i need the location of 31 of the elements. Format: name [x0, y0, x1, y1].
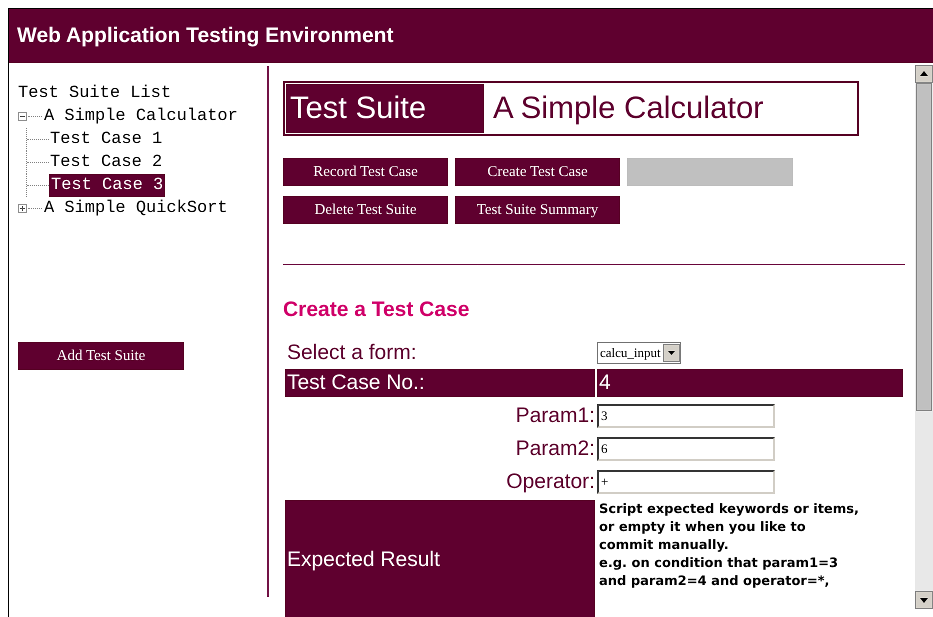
scroll-up-icon — [915, 65, 933, 83]
expand-icon[interactable] — [18, 204, 27, 213]
app-title: Web Application Testing Environment — [17, 23, 394, 50]
action-button[interactable]: Record Test Case — [283, 158, 448, 186]
suite-label: Test Suite — [285, 83, 485, 134]
field-label: Expected Result — [285, 500, 595, 617]
tree-item[interactable]: Test Case 1 — [49, 128, 164, 151]
hint-text: Script expected keywords or items, or empty it when you like to commit manually. e.g. on condition that param1=3 and param2=4 and operator=*, — [598, 501, 860, 591]
field-label: Select a form: — [286, 340, 418, 366]
input-field[interactable]: 3 — [597, 404, 775, 428]
input-field[interactable]: + — [597, 470, 775, 494]
field-label: Operator: — [505, 469, 595, 495]
tree-heading: Test Suite List — [18, 83, 172, 105]
field-label: Param2: — [514, 436, 595, 462]
tree-item[interactable]: Test Case 2 — [49, 151, 164, 174]
input-field[interactable]: 6 — [597, 436, 775, 461]
add-test-suite-button[interactable]: Add Test Suite — [18, 342, 184, 370]
action-button[interactable]: Create Test Case — [455, 158, 620, 186]
collapse-icon[interactable] — [18, 112, 27, 121]
tree-item[interactable]: A Simple Calculator — [43, 105, 239, 128]
field-value: 4 — [597, 369, 903, 397]
suite-name: A Simple Calculator — [492, 89, 765, 128]
field-label: Test Case No.: — [285, 369, 595, 397]
field-label: Param1: — [514, 403, 595, 429]
tree-item[interactable]: A Simple QuickSort — [43, 197, 229, 220]
form-title: Create a Test Case — [283, 297, 470, 323]
tree-item[interactable]: Test Case 3 — [49, 174, 166, 197]
action-button[interactable]: Delete Test Suite — [283, 196, 448, 224]
scroll-down-icon — [915, 591, 933, 609]
action-button[interactable]: Test Suite Summary — [455, 196, 620, 224]
form-select[interactable]: calcu_input — [597, 342, 681, 364]
